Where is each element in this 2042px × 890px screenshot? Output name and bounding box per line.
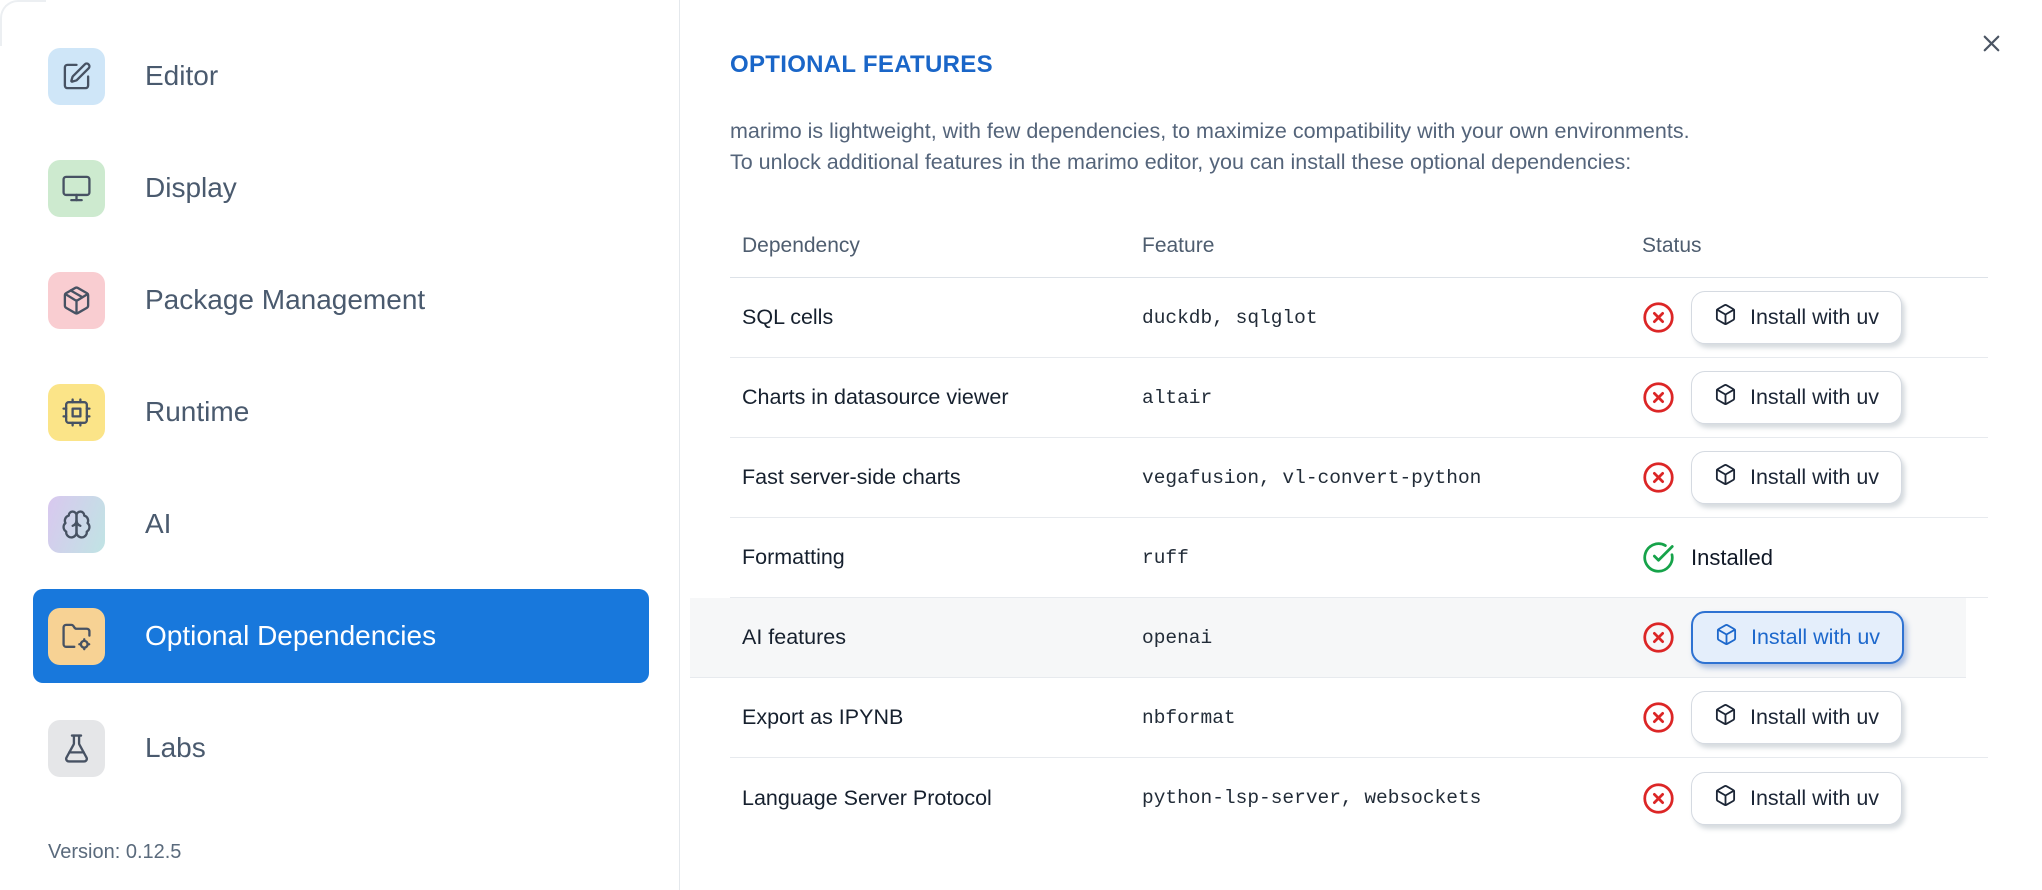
feature-packages: altair — [1142, 386, 1213, 409]
install-with-uv-button[interactable]: Install with uv — [1691, 291, 1903, 344]
box-icon — [1714, 303, 1737, 332]
status-cell: Install with uv — [1642, 451, 1988, 504]
install-button-label: Install with uv — [1750, 385, 1880, 409]
sidebar-item-label: AI — [145, 508, 172, 539]
dependency-name: Formatting — [742, 545, 845, 569]
monitor-icon — [48, 159, 105, 217]
feature-packages: python-lsp-server, websockets — [1142, 787, 1482, 809]
feature-packages: openai — [1142, 626, 1213, 649]
column-header-status: Status — [1642, 233, 1702, 257]
sidebar-item-label: Labs — [145, 732, 206, 763]
page-title: OPTIONAL FEATURES — [730, 51, 993, 78]
box-icon — [1715, 623, 1738, 652]
sidebar-item-ai[interactable]: AI — [33, 477, 649, 571]
column-header-dependency: Dependency — [742, 233, 860, 257]
description-line-2: To unlock additional features in the mar… — [730, 150, 1632, 174]
sidebar-item-label: Package Management — [145, 284, 426, 315]
version-label: Version: 0.12.5 — [48, 841, 182, 863]
sidebar-item-label: Optional Dependencies — [145, 620, 437, 651]
install-with-uv-button[interactable]: Install with uv — [1691, 691, 1903, 744]
feature-packages: vegafusion, vl-convert-python — [1142, 466, 1482, 489]
sidebar-item-optional-dependencies[interactable]: Optional Dependencies — [33, 589, 649, 683]
table-row: Charts in datasource viewer altair Install… — [730, 358, 1988, 438]
status-cell: Install with uv — [1642, 611, 1966, 664]
box-icon — [1714, 784, 1737, 813]
circle-x-icon — [1642, 621, 1675, 654]
install-button-label: Install with uv — [1750, 465, 1880, 489]
sidebar-item-labs[interactable]: Labs — [33, 701, 649, 795]
table-header-row: Dependency Feature Status — [730, 214, 1988, 278]
dependency-name: AI features — [742, 625, 846, 649]
sidebar-item-runtime[interactable]: Runtime — [33, 365, 649, 459]
circle-x-icon — [1642, 301, 1675, 334]
column-header-feature: Feature — [1142, 233, 1215, 257]
table-row: AI features openai Install with uv — [690, 598, 1966, 678]
flask-icon — [48, 719, 105, 777]
table-row: Export as IPYNB nbformat Install with uv — [730, 678, 1988, 758]
square-pen-icon — [48, 47, 105, 105]
folder-cog-icon — [48, 607, 105, 665]
package-icon — [48, 271, 105, 329]
install-with-uv-button[interactable]: Install with uv — [1691, 371, 1903, 424]
dependency-name: Charts in datasource viewer — [742, 385, 1009, 409]
dependency-name: SQL cells — [742, 305, 834, 329]
table-row: Language Server Protocol python-lsp-serve… — [730, 758, 1988, 838]
box-icon — [1714, 383, 1737, 412]
install-button-label: Install with uv — [1750, 705, 1880, 729]
status-cell: Installed — [1642, 541, 1988, 574]
installed-status-label: Installed — [1691, 544, 1773, 570]
settings-dialog: Editor Display Package Management Runtime AI… — [0, 0, 2042, 890]
box-icon — [1714, 463, 1737, 492]
circle-x-icon — [1642, 701, 1675, 734]
sidebar-item-editor[interactable]: Editor — [33, 29, 649, 123]
sidebar-item-package-management[interactable]: Package Management — [33, 253, 649, 347]
sidebar-item-label: Display — [145, 172, 237, 203]
cpu-icon — [48, 383, 105, 441]
status-cell: Install with uv — [1642, 371, 1988, 424]
settings-sidebar: Editor Display Package Management Runtime AI… — [0, 0, 680, 890]
optional-features-panel: OPTIONAL FEATURES marimo is lightweight,… — [681, 0, 2042, 890]
feature-packages: ruff — [1142, 546, 1189, 569]
sidebar-item-label: Runtime — [145, 396, 250, 427]
table-row: Formatting ruff Installed — [730, 518, 1988, 598]
status-cell: Install with uv — [1642, 691, 1988, 744]
install-button-label: Install with uv — [1750, 305, 1880, 329]
feature-packages: nbformat — [1142, 706, 1236, 729]
sidebar-item-display[interactable]: Display — [33, 141, 649, 235]
status-cell: Install with uv — [1642, 291, 1988, 344]
circle-x-icon — [1642, 381, 1675, 414]
dependency-name: Language Server Protocol — [742, 785, 992, 810]
description-line-1: marimo is lightweight, with few dependen… — [730, 119, 1690, 143]
brain-icon — [48, 495, 105, 553]
dependencies-table: Dependency Feature Status SQL cells duckd… — [690, 214, 1988, 838]
box-icon — [1714, 703, 1737, 732]
install-button-label: Install with uv — [1751, 625, 1881, 649]
install-button-label: Install with uv — [1750, 785, 1880, 810]
dependency-name: Export as IPYNB — [742, 705, 904, 729]
panel-description: marimo is lightweight, with few dependen… — [730, 116, 1988, 178]
status-cell: Install with uv — [1642, 771, 1988, 825]
feature-packages: duckdb, sqlglot — [1142, 306, 1318, 329]
circle-check-icon — [1642, 541, 1675, 574]
dependency-name: Fast server-side charts — [742, 465, 961, 489]
table-row: SQL cells duckdb, sqlglot Install with uv — [730, 278, 1988, 358]
circle-x-icon — [1642, 782, 1675, 815]
install-with-uv-button[interactable]: Install with uv — [1691, 611, 1905, 664]
install-with-uv-button[interactable]: Install with uv — [1691, 771, 1903, 825]
install-with-uv-button[interactable]: Install with uv — [1691, 451, 1903, 504]
table-row: Fast server-side charts vegafusion, vl-co… — [730, 438, 1988, 518]
sidebar-item-label: Editor — [145, 60, 219, 91]
circle-x-icon — [1642, 461, 1675, 494]
